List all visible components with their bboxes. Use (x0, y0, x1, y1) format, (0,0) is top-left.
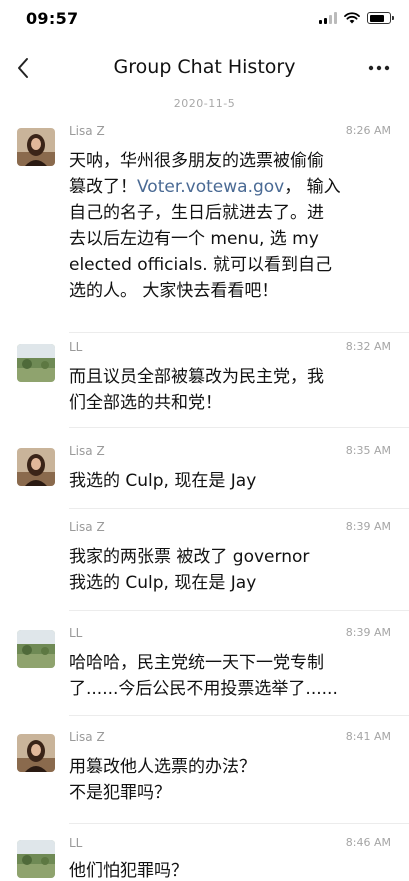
wifi-icon (344, 12, 360, 24)
message-time: 8:32 AM (345, 340, 391, 353)
lisa-avatar-icon (17, 448, 55, 486)
more-options-button[interactable] (365, 54, 393, 82)
message-divider (69, 332, 409, 333)
message-text: 我家的两张票 被改了 governor 我选的 Culp, 现在是 Jay (69, 547, 310, 593)
ll-avatar-icon (17, 344, 55, 382)
lisa-avatar-icon (17, 128, 55, 166)
avatar[interactable] (17, 630, 55, 668)
message-text: 而且议员全部被篡改为民主党，我 们全部选的共和党！ (69, 367, 324, 413)
status-icons (319, 12, 394, 24)
message-time: 8:39 AM (345, 520, 391, 533)
avatar[interactable] (17, 840, 55, 878)
page-title: Group Chat History (113, 56, 296, 78)
message-time: 8:35 AM (345, 444, 391, 457)
message-divider (69, 823, 409, 824)
sender-name: Lisa Z (69, 730, 105, 744)
sender-name: LL (69, 340, 83, 354)
message-divider (69, 508, 409, 509)
avatar[interactable] (17, 128, 55, 166)
sender-name: Lisa Z (69, 520, 105, 534)
lisa-avatar-icon (17, 734, 55, 772)
navigation-bar: Group Chat History (0, 40, 409, 96)
ll-avatar-icon (17, 840, 55, 878)
message-text: 哈哈哈，民主党统一天下一党专制 了......今后公民不用投票选举了...... (69, 653, 338, 699)
message-time: 8:41 AM (345, 730, 391, 743)
message-divider (69, 715, 409, 716)
sender-name: Lisa Z (69, 444, 105, 458)
status-time: 09:57 (26, 9, 79, 28)
sender-name: LL (69, 836, 83, 850)
date-separator: 2020-11-5 (173, 97, 236, 110)
message-text: 我选的 Culp, 现在是 Jay (69, 471, 257, 491)
message-time: 8:46 AM (345, 836, 391, 849)
status-bar: 09:57 (0, 0, 409, 40)
ll-avatar-icon (17, 630, 55, 668)
voter-link[interactable]: Voter.votewa.gov (137, 177, 284, 197)
avatar[interactable] (17, 344, 55, 382)
sender-name: LL (69, 626, 83, 640)
battery-icon (367, 12, 394, 24)
message-text: 天呐，华州很多朋友的选票被偷偷 篡改了！Voter.votewa.gov， 输入… (69, 151, 341, 301)
avatar[interactable] (17, 734, 55, 772)
message-divider (69, 427, 409, 428)
message-text: 他们怕犯罪吗？ (69, 861, 188, 881)
message-divider (69, 610, 409, 611)
message-time: 8:26 AM (345, 124, 391, 137)
sender-name: Lisa Z (69, 124, 105, 138)
avatar[interactable] (17, 448, 55, 486)
message-text: 用篡改他人选票的办法？ 不是犯罪吗？ (69, 757, 256, 803)
cellular-signal-icon (319, 12, 337, 24)
message-time: 8:39 AM (345, 626, 391, 639)
more-dots-icon (368, 65, 390, 71)
